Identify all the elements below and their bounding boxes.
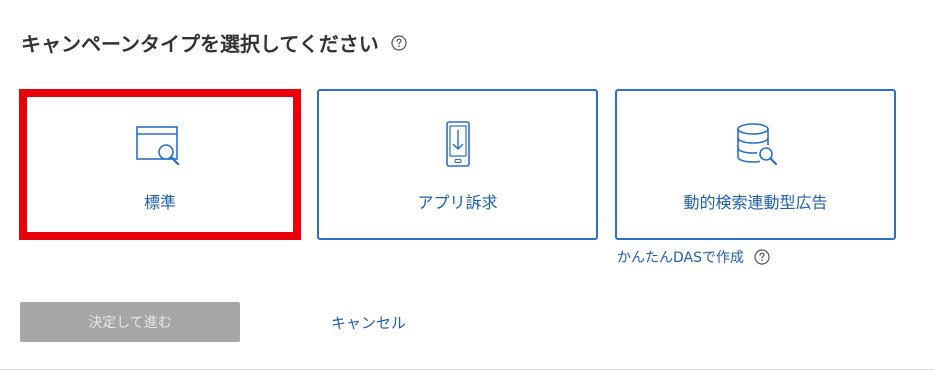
browser-search-icon	[136, 126, 180, 166]
campaign-type-card-dynamic-search[interactable]: 動的検索連動型広告	[615, 89, 896, 240]
campaign-type-card-standard[interactable]: 標準	[19, 89, 301, 240]
easy-das-row: かんたんDASで作成	[617, 247, 770, 267]
card-label-standard: 標準	[143, 193, 176, 212]
decide-and-proceed-button[interactable]: 決定して進む	[20, 302, 240, 342]
easy-das-link[interactable]: かんたんDASで作成	[617, 247, 744, 267]
campaign-type-page: キャンペーンタイプを選択してください 標準 アプリ訴求 動的検索連動型広告 かん…	[0, 0, 934, 372]
help-icon[interactable]	[391, 34, 407, 51]
smartphone-download-icon	[445, 121, 470, 167]
database-search-icon	[736, 123, 777, 166]
cancel-link[interactable]: キャンセル	[331, 312, 406, 333]
card-label-dynamic-search: 動的検索連動型広告	[683, 193, 828, 212]
divider	[0, 369, 934, 370]
page-title-row: キャンペーンタイプを選択してください	[21, 28, 407, 57]
page-title: キャンペーンタイプを選択してください	[21, 32, 379, 56]
card-label-app: アプリ訴求	[417, 193, 498, 212]
campaign-type-card-app[interactable]: アプリ訴求	[317, 89, 598, 240]
help-icon[interactable]	[754, 249, 770, 265]
